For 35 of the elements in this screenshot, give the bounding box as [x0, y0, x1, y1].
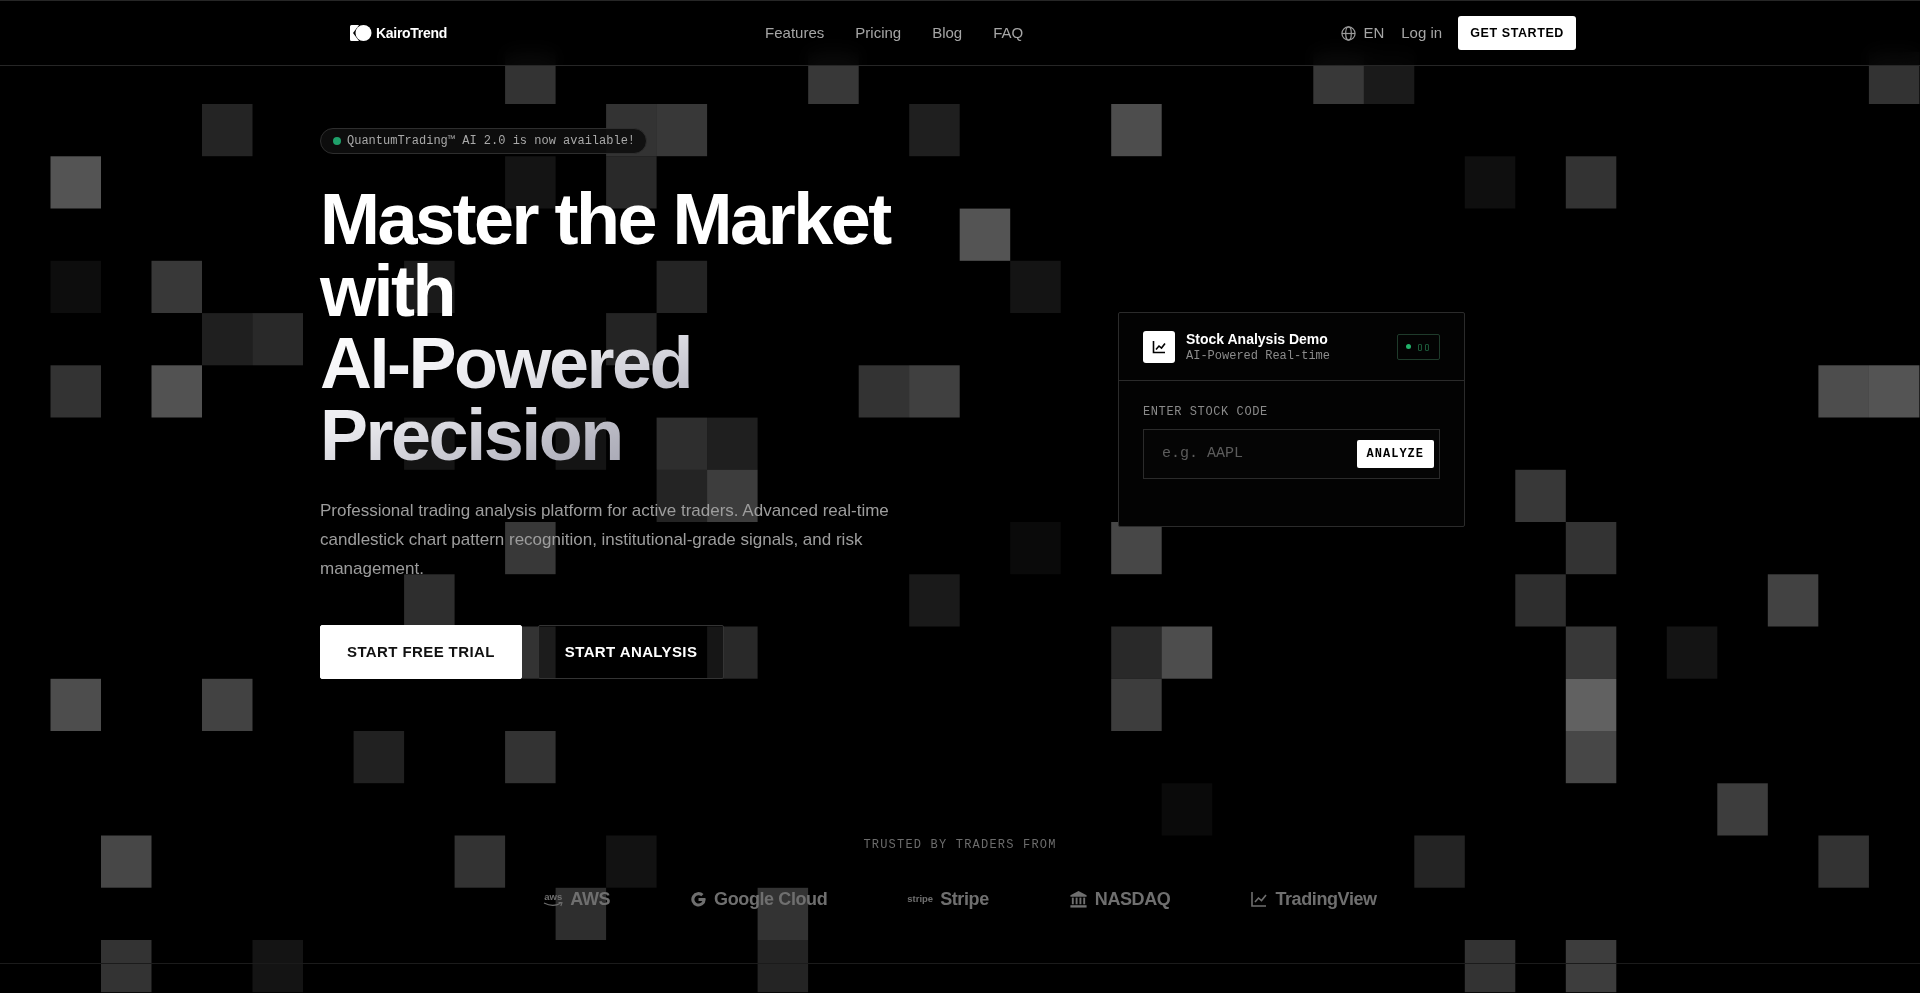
- status-text: ▯▯: [1416, 340, 1431, 353]
- bank-icon: [1068, 889, 1088, 909]
- smile-arrow-icon: [543, 901, 564, 907]
- nav-link[interactable]: Blog: [932, 21, 963, 45]
- company-name: Google Cloud: [714, 888, 828, 910]
- brand-logo[interactable]: KairoTrend: [350, 22, 447, 44]
- logo-wordmark: aws: [544, 891, 563, 902]
- logo-icon: [350, 24, 372, 42]
- status-dot-icon: [1405, 344, 1411, 349]
- card-subtitle: AI-Powered Real-time: [1186, 347, 1331, 364]
- card-title: Stock Analysis Demo: [1186, 329, 1329, 348]
- nav-link[interactable]: Pricing: [855, 21, 902, 45]
- language-button[interactable]: EN: [1341, 21, 1385, 45]
- company-name: NASDAQ: [1094, 888, 1171, 910]
- logo-wordmark: stripe: [907, 894, 934, 904]
- nav-link[interactable]: FAQ: [993, 21, 1024, 45]
- g-logo-icon: [690, 890, 708, 908]
- chart-icon: [1143, 330, 1175, 363]
- status-dot-icon: [333, 137, 341, 145]
- globe-icon: [1341, 25, 1357, 41]
- company-name: AWS: [570, 888, 611, 910]
- chart-line-icon: [1250, 890, 1269, 908]
- announcement-text: QuantumTrading™ AI 2.0 is now available!: [347, 133, 636, 150]
- hero-description: Professional trading analysis platform for active traders. Advanced real-time candlestick chart pattern recognition, institutional-grade signals, and risk management.: [320, 500, 890, 580]
- get-started-button[interactable]: GET STARTED: [1458, 16, 1576, 50]
- stock-code-field[interactable]: e.g. AAPL ANALYZE: [1143, 429, 1440, 479]
- trusted-label: TRUSTED BY TRADERS FROM: [862, 837, 1058, 853]
- company-name: TradingView: [1275, 888, 1377, 910]
- nav-link[interactable]: Features: [765, 21, 825, 45]
- analyze-button[interactable]: ANALYZE: [1356, 440, 1434, 468]
- primary-button[interactable]: START FREE TRIAL: [320, 625, 522, 679]
- secondary-button[interactable]: START ANALYSIS: [537, 625, 725, 679]
- field-label: ENTER STOCK CODE: [1143, 404, 1269, 420]
- login-link[interactable]: Log in: [1401, 21, 1443, 45]
- company-name: Stripe: [940, 888, 989, 910]
